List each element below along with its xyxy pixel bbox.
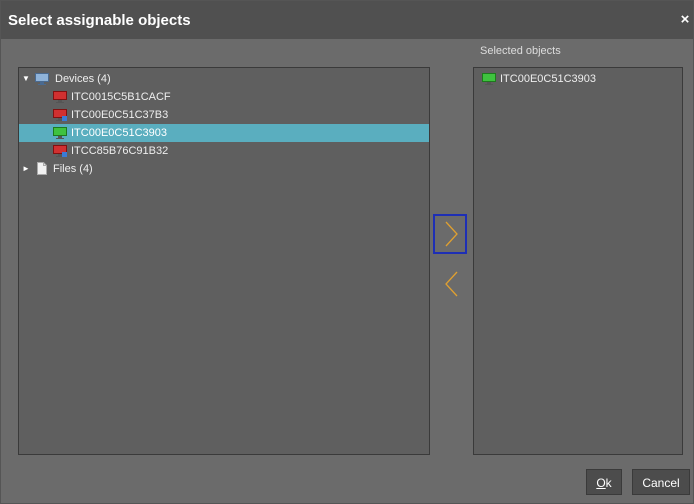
device-label: ITCC85B76C91B32: [71, 145, 169, 157]
device-label: ITC0015C5B1CACF: [71, 91, 171, 103]
add-selected-button[interactable]: [433, 214, 467, 254]
expand-right-icon[interactable]: ►: [21, 160, 31, 178]
ok-mnemonic: O: [596, 476, 606, 490]
title-bar: Select assignable objects ×: [1, 1, 693, 39]
close-icon[interactable]: ×: [677, 12, 693, 29]
tree-node-files[interactable]: ► Files (4): [19, 160, 429, 178]
tree-item-device[interactable]: ITC0015C5B1CACF: [19, 88, 429, 106]
device-label: ITC00E0C51C37B3: [71, 109, 169, 121]
ok-label-rest: k: [605, 476, 612, 490]
tree-node-devices[interactable]: ▼ Devices (4): [19, 70, 429, 88]
expand-down-icon[interactable]: ▼: [21, 70, 31, 88]
chevron-left-icon: [445, 271, 458, 297]
tree-node-label: Files (4): [53, 163, 93, 175]
remove-selected-button[interactable]: [433, 264, 467, 304]
dialog-title: Select assignable objects: [8, 12, 191, 29]
available-objects-tree[interactable]: ▼ Devices (4) ITC0015C5B1CACF ITC00E0C51…: [18, 67, 430, 455]
device-label: ITC00E0C51C3903: [71, 127, 168, 139]
tree-item-device[interactable]: ITC00E0C51C37B3: [19, 106, 429, 124]
ok-button[interactable]: Ok: [586, 469, 622, 495]
tree-item-device[interactable]: ITCC85B76C91B32: [19, 142, 429, 160]
monitor-green-icon: [482, 73, 496, 91]
selected-objects-list[interactable]: ITC00E0C51C3903: [473, 67, 683, 455]
select-objects-dialog: Select assignable objects × Selected obj…: [0, 0, 694, 504]
tree-node-label: Devices (4): [55, 73, 111, 85]
tree-item-device-selected[interactable]: ITC00E0C51C3903: [19, 124, 429, 142]
selected-objects-label: Selected objects: [480, 45, 561, 57]
selected-item[interactable]: ITC00E0C51C3903: [474, 70, 682, 88]
cancel-button[interactable]: Cancel: [632, 469, 690, 495]
chevron-right-icon: [445, 221, 458, 247]
selected-item-label: ITC00E0C51C3903: [500, 73, 597, 85]
file-icon: [37, 162, 47, 181]
